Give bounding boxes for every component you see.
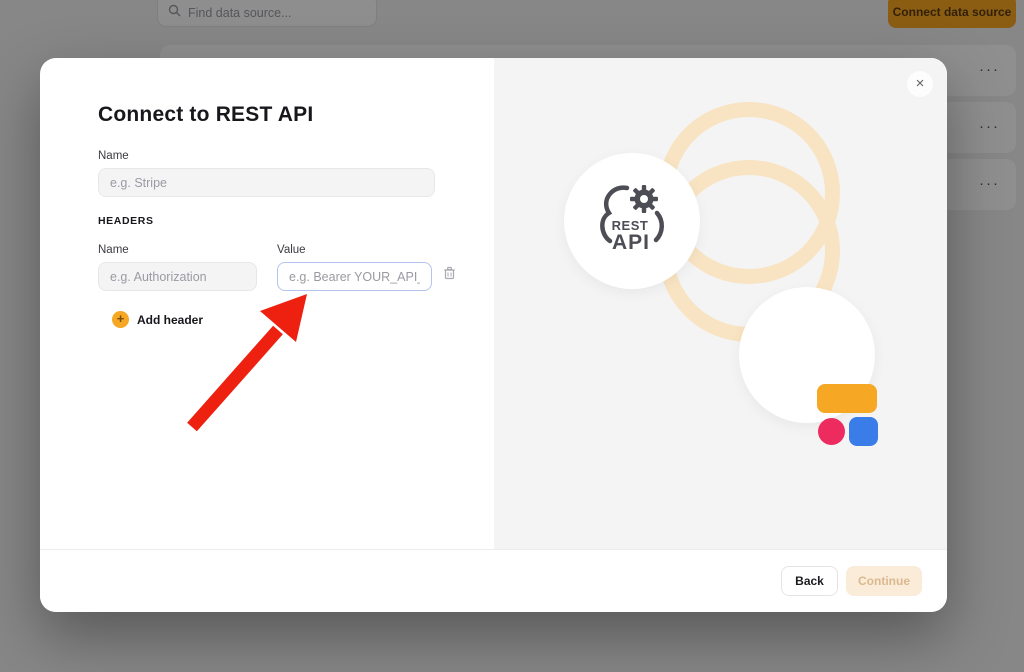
delete-header-button[interactable] xyxy=(441,266,457,282)
rest-api-logo-circle: REST API xyxy=(564,153,700,289)
gear-icon xyxy=(630,185,658,213)
close-icon[interactable]: × xyxy=(907,71,933,97)
trash-icon xyxy=(443,266,456,280)
add-header-button[interactable]: + Add header xyxy=(112,311,203,328)
plus-icon: + xyxy=(112,311,129,328)
modal-title: Connect to REST API xyxy=(98,103,313,127)
modal-footer: Back Continue xyxy=(40,549,947,612)
logo-pink-circle xyxy=(818,418,845,445)
name-input[interactable] xyxy=(98,168,435,197)
continue-button[interactable]: Continue xyxy=(846,566,922,596)
header-name-input[interactable] xyxy=(98,262,257,291)
add-header-label: Add header xyxy=(137,313,203,327)
rest-api-logo: REST API xyxy=(564,153,700,289)
logo-blue-square xyxy=(849,417,878,446)
header-name-column-label: Name xyxy=(98,244,129,256)
back-button[interactable]: Back xyxy=(781,566,838,596)
logo-orange-rectangle xyxy=(817,384,877,413)
header-value-column-label: Value xyxy=(277,244,306,256)
headers-section-label: HEADERS xyxy=(98,215,154,227)
name-field-label: Name xyxy=(98,150,129,162)
app-logo-circle xyxy=(739,287,875,423)
connect-rest-api-modal: REST API × Connect to REST API Name HEAD… xyxy=(40,58,947,612)
header-value-input[interactable] xyxy=(277,262,432,291)
logo-text-api: API xyxy=(612,231,650,254)
